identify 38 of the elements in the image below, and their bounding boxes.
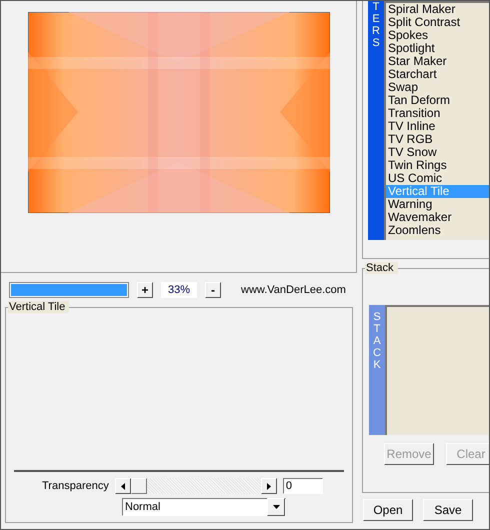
filter-list-item[interactable]: TV Snow [386, 146, 489, 159]
filter-list-item[interactable]: Tan Deform [386, 94, 489, 107]
right-arrow-button[interactable] [260, 478, 277, 494]
left-triangle-icon [120, 482, 125, 490]
filter-list-item[interactable]: Twin Rings [386, 159, 489, 172]
filters-strip: TERS [368, 1, 384, 240]
filter-list-item[interactable]: Starchart [386, 68, 489, 81]
left-arrow-button[interactable] [114, 478, 131, 494]
filter-list-item[interactable]: Wavemaker [386, 211, 489, 224]
filter-list-item[interactable]: Spotlight [386, 42, 489, 55]
transparency-slider[interactable] [130, 478, 261, 494]
filter-list-item[interactable]: TV RGB [386, 133, 489, 146]
dropdown-arrow-button[interactable] [267, 498, 285, 516]
zoom-out-button[interactable]: - [205, 282, 221, 298]
zoom-in-button[interactable]: + [137, 282, 153, 298]
website-text: www.VanDerLee.com [241, 284, 346, 296]
group-title: Stack [365, 262, 398, 274]
filter-list-item[interactable]: TV Inline [386, 120, 489, 133]
filter-list-item[interactable]: Star Maker [386, 55, 489, 68]
blend-mode-dropdown[interactable]: Normal [122, 498, 286, 516]
slider-thumb[interactable] [130, 478, 147, 494]
filter-list-item[interactable]: Swap [386, 81, 489, 94]
filter-list-item[interactable]: Warning [386, 198, 489, 211]
zoom-level: 33% [161, 282, 197, 298]
filter-list-item[interactable]: Spokes [386, 29, 489, 42]
right-triangle-icon [266, 482, 271, 490]
transparency-label: Transparency [42, 480, 109, 492]
group-title: Vertical Tile [8, 301, 70, 313]
save-button[interactable]: Save [423, 499, 473, 521]
filter-list-item[interactable]: Zoomlens [386, 224, 489, 237]
filter-list-item[interactable]: Spiral Maker [386, 3, 489, 16]
filter-list-item[interactable]: Transition [386, 107, 489, 120]
stack-strip: STACK [369, 305, 385, 435]
down-triangle-icon [272, 505, 280, 509]
open-button[interactable]: Open [363, 499, 413, 521]
filter-list-item[interactable]: US Comic [386, 172, 489, 185]
transparency-field[interactable]: 0 [282, 478, 323, 494]
filter-list-item[interactable]: Split Contrast [386, 16, 489, 29]
